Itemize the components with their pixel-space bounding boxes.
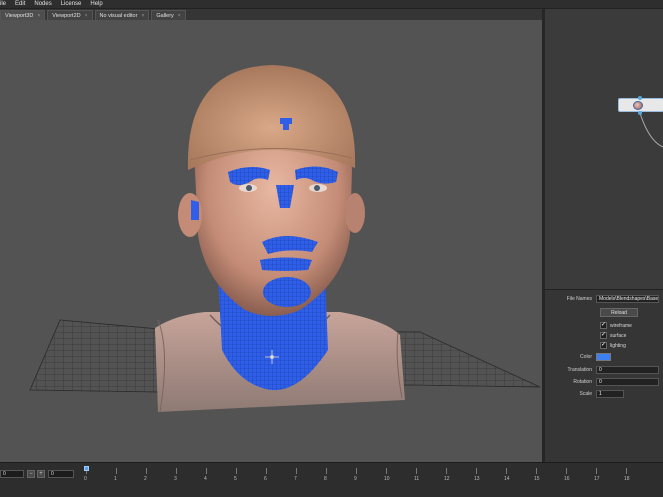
color-row: Color <box>545 352 663 361</box>
timeline-tick <box>596 468 597 474</box>
timeline-plus-button[interactable]: + <box>37 470 45 478</box>
viewport-tab-bar: Viewport3D × Viewport2D × No visual edit… <box>0 9 542 20</box>
scale-row: Scale 1 <box>545 389 663 398</box>
translation-row: Translation 0 <box>545 365 663 374</box>
timeline-start-input[interactable]: 0 <box>0 470 24 478</box>
timeline-tick-label: 4 <box>204 476 207 482</box>
timeline-tick <box>476 468 477 474</box>
menu-nodes[interactable]: Nodes <box>34 1 51 7</box>
timeline-tick-label: 0 <box>84 476 87 482</box>
timeline-bar: 0 − + 0 0 1 2 3 4 5 6 7 8 9 10 11 12 13 14 15 16 17 18 <box>0 462 663 497</box>
rotation-row: Rotation 0 <box>545 377 663 386</box>
timeline-tick <box>176 468 177 474</box>
tab-no-visual-editor[interactable]: No visual editor × <box>94 10 150 20</box>
wireframe-row: ✓ wireframe <box>545 321 663 330</box>
timeline-playhead[interactable] <box>84 466 89 471</box>
translation-input[interactable]: 0 <box>596 365 659 374</box>
properties-panel: File Names Models\Blendshapes\Basemod Re… <box>545 290 663 462</box>
timeline-tick <box>146 468 147 474</box>
timeline-tick-label: 18 <box>624 476 630 482</box>
rotation-label: Rotation <box>573 378 592 385</box>
timeline-tick-label: 5 <box>234 476 237 482</box>
timeline-tick <box>206 468 207 474</box>
timeline-tick <box>446 468 447 474</box>
close-icon[interactable]: × <box>37 13 40 19</box>
menu-license[interactable]: License <box>61 1 82 7</box>
color-swatch[interactable] <box>596 352 611 361</box>
color-label: Color <box>580 353 592 360</box>
surface-label: surface <box>610 332 627 339</box>
surface-checkbox[interactable]: ✓ <box>600 332 607 339</box>
timeline-tick <box>356 468 357 474</box>
timeline-tick <box>536 468 537 474</box>
timeline-end-input[interactable]: 0 <box>48 470 74 478</box>
timeline-tick <box>386 468 387 474</box>
model-head <box>178 65 365 316</box>
viewport-3d[interactable] <box>0 20 542 462</box>
tab-label: Viewport3D <box>5 12 34 19</box>
close-icon[interactable]: × <box>178 13 181 19</box>
timeline-tick <box>416 468 417 474</box>
lighting-label: lighting <box>610 342 626 349</box>
model-thumbnail-icon <box>633 101 643 110</box>
timeline-tick <box>236 468 237 474</box>
timeline-tick-label: 12 <box>444 476 450 482</box>
timeline-tick-label: 2 <box>144 476 147 482</box>
timeline-minus-button[interactable]: − <box>27 470 35 478</box>
tab-gallery[interactable]: Gallery × <box>151 10 186 20</box>
menu-file[interactable]: ile <box>0 1 6 7</box>
timeline-tick-label: 3 <box>174 476 177 482</box>
scale-label: Scale <box>579 390 592 397</box>
node-input-port[interactable] <box>638 96 642 100</box>
timeline-tick-label: 17 <box>594 476 600 482</box>
menu-help[interactable]: Help <box>90 1 102 7</box>
timeline-tick <box>626 468 627 474</box>
timeline-tick-label: 6 <box>264 476 267 482</box>
file-names-row: File Names Models\Blendshapes\Basemod <box>545 294 663 303</box>
rotation-input[interactable]: 0 <box>596 377 659 386</box>
node-graph-panel[interactable] <box>545 9 663 290</box>
tab-viewport3d[interactable]: Viewport3D × <box>0 10 46 20</box>
timeline-tick <box>326 468 327 474</box>
timeline-tick-label: 15 <box>534 476 540 482</box>
timeline-tick-label: 16 <box>564 476 570 482</box>
model-node[interactable] <box>618 98 663 112</box>
tab-label: No visual editor <box>99 12 138 19</box>
node-output-port[interactable] <box>638 111 642 115</box>
timeline-tick <box>266 468 267 474</box>
timeline-ruler[interactable]: 0 1 2 3 4 5 6 7 8 9 10 11 12 13 14 15 16 17 18 <box>84 468 663 488</box>
lighting-row: ✓ lighting <box>545 341 663 350</box>
timeline-tick-label: 9 <box>354 476 357 482</box>
file-names-input[interactable]: Models\Blendshapes\Basemod <box>596 294 659 303</box>
timeline-tick-label: 13 <box>474 476 480 482</box>
lighting-checkbox[interactable]: ✓ <box>600 342 607 349</box>
file-names-label: File Names <box>566 295 592 302</box>
timeline-tick-label: 7 <box>294 476 297 482</box>
timeline-tick <box>566 468 567 474</box>
node-connection <box>639 112 663 148</box>
timeline-tick-label: 1 <box>114 476 117 482</box>
timeline-tick-label: 14 <box>504 476 510 482</box>
timeline-tick-label: 11 <box>414 476 420 482</box>
close-icon[interactable]: × <box>85 13 88 19</box>
timeline-tick-label: 8 <box>324 476 327 482</box>
reload-button[interactable]: Reload <box>600 308 638 317</box>
translation-label: Translation <box>567 366 592 373</box>
close-icon[interactable]: × <box>141 13 144 19</box>
tab-viewport2d[interactable]: Viewport2D × <box>47 10 93 20</box>
menu-bar: ile Edit Nodes License Help <box>0 0 663 9</box>
timeline-tick <box>116 468 117 474</box>
viewport-canvas[interactable] <box>0 20 542 462</box>
tab-label: Gallery <box>156 12 174 19</box>
wireframe-label: wireframe <box>610 322 632 329</box>
timeline-tick <box>296 468 297 474</box>
timeline-tick <box>506 468 507 474</box>
scale-input[interactable]: 1 <box>596 389 624 398</box>
wireframe-checkbox[interactable]: ✓ <box>600 322 607 329</box>
menu-edit[interactable]: Edit <box>15 1 25 7</box>
timeline-tick-label: 10 <box>384 476 390 482</box>
surface-row: ✓ surface <box>545 331 663 340</box>
tab-label: Viewport2D <box>52 12 81 19</box>
